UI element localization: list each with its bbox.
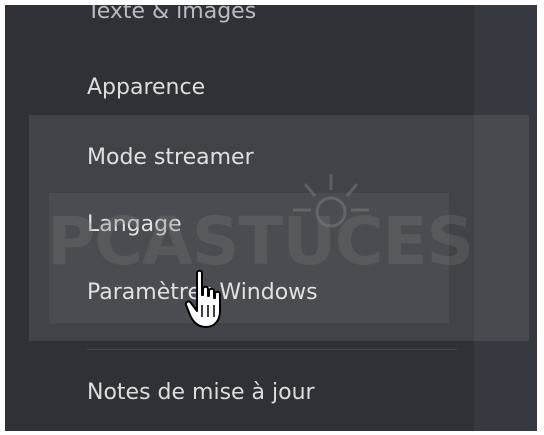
sidebar-item-langage[interactable]: Langage <box>87 210 182 240</box>
sidebar-item-notes-mise-a-jour[interactable]: Notes de mise à jour <box>87 378 315 408</box>
content-panel <box>474 5 537 431</box>
sidebar-item-parametres-windows[interactable]: Paramètres Windows <box>87 278 318 308</box>
settings-window: Texte & images Apparence Mode streamer L… <box>5 5 537 431</box>
sidebar-item-mode-streamer[interactable]: Mode streamer <box>87 143 254 173</box>
settings-sidebar: Texte & images Apparence Mode streamer L… <box>5 5 474 431</box>
sidebar-item-texte-images[interactable]: Texte & images <box>87 5 256 27</box>
sidebar-item-apparence[interactable]: Apparence <box>87 73 205 103</box>
sidebar-divider <box>87 349 457 350</box>
